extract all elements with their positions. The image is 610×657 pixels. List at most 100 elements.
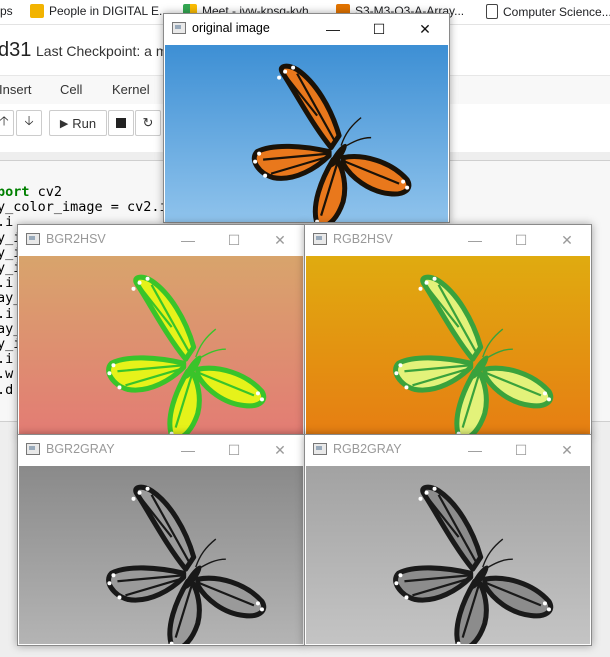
butterfly-spot [546,397,551,402]
butterfly-spot [404,385,409,390]
butterfly-spot [145,276,150,281]
contacts-icon [30,4,44,18]
butterfly-spot [137,490,142,495]
app-icon [313,443,327,455]
butterfly-spot [277,75,282,80]
window-titlebar[interactable]: RGB2GRAY — ☐ ✕ [305,435,591,465]
image-background [19,256,303,434]
butterfly-spot [131,496,136,501]
window-titlebar[interactable]: BGR2HSV — ☐ ✕ [18,225,304,255]
app-icon [313,233,327,245]
checkpoint-status: Last Checkpoint: a mi [36,43,171,59]
bgr2gray-window[interactable]: BGR2GRAY — ☐ ✕ [17,434,305,646]
close-button[interactable]: ✕ [544,227,590,253]
butterfly-spot [111,573,116,578]
butterfly-spot [291,65,296,70]
image-background [306,256,590,434]
original-image-window[interactable]: original image — ☐ ✕ [163,13,450,223]
minimize-button[interactable]: — [452,227,498,253]
butterfly-spot [111,363,116,368]
restart-icon: ↻ [142,115,154,130]
image-canvas [306,256,590,434]
bookmark-item[interactable]: Computer Science... [486,4,610,19]
butterfly-spot [405,185,410,190]
rgb2gray-window[interactable]: RGB2GRAY — ☐ ✕ [304,434,592,646]
stop-button[interactable] [108,110,134,136]
maximize-button[interactable]: ☐ [498,437,544,463]
move-down-button[interactable]: 🡣 [16,110,42,136]
butterfly-spot [542,391,547,396]
app-icon [26,233,40,245]
butterfly-spot [259,397,264,402]
window-titlebar[interactable]: RGB2HSV — ☐ ✕ [305,225,591,255]
image-canvas [19,256,303,434]
image-canvas [19,466,303,644]
arrow-down-icon: 🡣 [24,113,34,128]
maximize-button[interactable]: ☐ [211,437,257,463]
bookmark-item[interactable]: ps [0,4,13,18]
butterfly-spot [259,607,264,612]
bgr2hsv-window[interactable]: BGR2HSV — ☐ ✕ [17,224,305,436]
minimize-button[interactable]: — [452,437,498,463]
minimize-button[interactable]: — [310,16,356,42]
butterfly-spot [283,69,288,74]
bookmark-label: People in DIGITAL E... [49,4,170,18]
image-canvas [165,45,448,222]
butterfly-spot [418,286,423,291]
image-canvas [306,466,590,644]
butterfly-spot [107,371,112,376]
butterfly-spot [398,363,403,368]
butterfly-spot [257,151,262,156]
notebook-name[interactable]: d31 [0,39,31,62]
butterfly-spot [542,601,547,606]
bookmark-label: ps [0,4,13,18]
move-up-button[interactable]: 🡡 [0,110,14,136]
bookmark-item[interactable]: People in DIGITAL E... [30,4,169,18]
butterfly-spot [432,276,437,281]
butterfly-spot [394,581,399,586]
minimize-button[interactable]: — [165,227,211,253]
butterfly-spot [137,280,142,285]
play-icon: ▶ [59,117,69,130]
code-line: port cv2 [0,184,63,200]
butterfly-spot [263,173,268,178]
butterfly-spot [424,280,429,285]
app-icon [172,22,186,34]
butterfly-spot [404,595,409,600]
maximize-button[interactable]: ☐ [356,16,402,42]
minimize-button[interactable]: — [165,437,211,463]
window-title: RGB2HSV [333,232,393,246]
rgb2hsv-window[interactable]: RGB2HSV — ☐ ✕ [304,224,592,436]
image-background [306,466,590,644]
butterfly-spot [401,179,406,184]
butterfly-spot [546,607,551,612]
close-button[interactable]: ✕ [544,437,590,463]
menu-kernel[interactable]: Kernel [112,82,150,97]
close-button[interactable]: ✕ [402,16,448,42]
menu-cell[interactable]: Cell [60,82,82,97]
stop-icon [116,118,126,128]
butterfly-spot [255,391,260,396]
close-button[interactable]: ✕ [257,227,303,253]
run-label: Run [72,115,97,131]
bookmark-label: Computer Science... [503,4,610,19]
restart-button[interactable]: ↻ [135,110,161,136]
butterfly-spot [131,286,136,291]
menu-insert[interactable]: Insert [0,82,32,97]
maximize-button[interactable]: ☐ [211,227,257,253]
butterfly-spot [145,486,150,491]
window-titlebar[interactable]: original image — ☐ ✕ [164,14,449,44]
window-title: RGB2GRAY [333,442,402,456]
butterfly-spot [117,385,122,390]
butterfly-spot [117,595,122,600]
window-titlebar[interactable]: BGR2GRAY — ☐ ✕ [18,435,304,465]
butterfly-spot [253,159,258,164]
butterfly-spot [255,601,260,606]
window-title: BGR2GRAY [46,442,115,456]
butterfly-spot [394,371,399,376]
close-button[interactable]: ✕ [257,437,303,463]
code-line: y_color_image = cv2.i [0,199,168,216]
run-button[interactable]: ▶ Run [49,110,107,136]
maximize-button[interactable]: ☐ [498,227,544,253]
butterfly-spot [398,573,403,578]
